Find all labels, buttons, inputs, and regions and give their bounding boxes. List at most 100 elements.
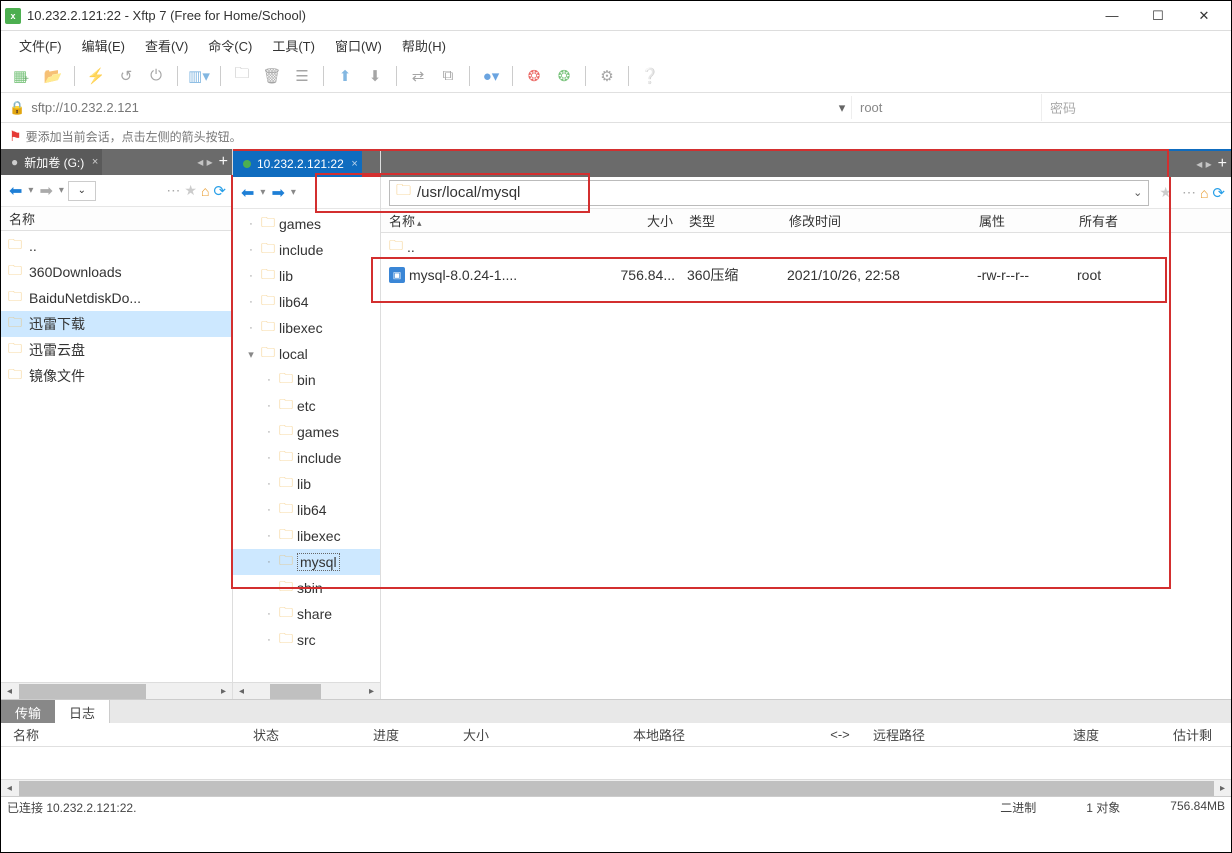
- transfer-hscroll[interactable]: ◂▸: [1, 779, 1231, 796]
- transfer-list[interactable]: [1, 747, 1231, 779]
- tc-size[interactable]: 大小: [455, 725, 625, 744]
- transfer-header[interactable]: 名称 状态 进度 大小 本地路径 <-> 远程路径 速度 估计剩: [1, 723, 1231, 747]
- tree-toggle-icon[interactable]: ·: [263, 582, 275, 594]
- list-item[interactable]: 🗀迅雷下载: [1, 311, 232, 337]
- username-field[interactable]: root: [851, 96, 1041, 119]
- menu-command[interactable]: 命令(C): [202, 33, 258, 58]
- tree-toggle-icon[interactable]: ·: [245, 296, 257, 308]
- quick-connect-icon[interactable]: ⚡: [84, 64, 108, 88]
- tree-toggle-icon[interactable]: ·: [263, 634, 275, 646]
- upload-icon[interactable]: ⬆: [333, 64, 357, 88]
- tab-nav[interactable]: ◂ ▸: [197, 155, 212, 169]
- tree-item[interactable]: ·🗀lib64: [233, 289, 380, 315]
- forward-button[interactable]: ➡: [37, 181, 54, 201]
- tree-item[interactable]: ·🗀libexec: [233, 315, 380, 341]
- sync-icon[interactable]: ⇄: [406, 64, 430, 88]
- maximize-button[interactable]: ☐: [1135, 2, 1181, 30]
- tree-item[interactable]: ·🗀lib: [233, 471, 380, 497]
- tree-item[interactable]: ·🗀bin: [233, 367, 380, 393]
- tree-item[interactable]: ·🗀games: [233, 419, 380, 445]
- tc-remote[interactable]: 远程路径: [865, 725, 1065, 744]
- col-name[interactable]: 名称▴: [381, 211, 601, 230]
- bookmark-icon[interactable]: ★: [1159, 184, 1172, 201]
- tree-toggle-icon[interactable]: ·: [245, 244, 257, 256]
- tree-toggle-icon[interactable]: ·: [263, 374, 275, 386]
- drive-select[interactable]: ⌄: [68, 181, 96, 201]
- more-icon[interactable]: ⋯: [1182, 184, 1196, 201]
- local-file-list[interactable]: 🗀..🗀360Downloads🗀BaiduNetdiskDo...🗀迅雷下载🗀…: [1, 231, 232, 682]
- local-tab[interactable]: ● 新加卷 (G:) ×: [1, 149, 102, 175]
- fwd-dd[interactable]: ▾: [59, 185, 64, 196]
- url-dropdown[interactable]: ▾: [833, 100, 851, 116]
- minimize-button[interactable]: —: [1089, 2, 1135, 30]
- tree-toggle-icon[interactable]: ·: [263, 478, 275, 490]
- tree-item[interactable]: ·🗀etc: [233, 393, 380, 419]
- home-icon[interactable]: ⌂: [201, 183, 209, 199]
- local-column-header[interactable]: 名称: [1, 207, 232, 231]
- close-icon[interactable]: ×: [92, 156, 98, 168]
- tree-item[interactable]: ·🗀lib: [233, 263, 380, 289]
- tree-toggle-icon[interactable]: ·: [245, 270, 257, 282]
- tree-item[interactable]: ·🗀src: [233, 627, 380, 653]
- red-swirl-icon[interactable]: ❂: [522, 64, 546, 88]
- remote-folder-tree[interactable]: ·🗀games·🗀include·🗀lib·🗀lib64·🗀libexec▾🗀l…: [233, 209, 380, 682]
- col-size[interactable]: 大小: [601, 211, 681, 230]
- tree-back-button[interactable]: ⬅: [239, 183, 256, 203]
- sessions-icon[interactable]: ▥▾: [187, 64, 211, 88]
- tc-name[interactable]: 名称: [5, 725, 245, 744]
- tree-hscroll[interactable]: ◂▸: [233, 682, 380, 699]
- tree-toggle-icon[interactable]: ·: [263, 452, 275, 464]
- close-button[interactable]: ✕: [1181, 2, 1227, 30]
- col-attr[interactable]: 属性: [971, 211, 1071, 230]
- settings-icon[interactable]: ⚙: [595, 64, 619, 88]
- help-icon[interactable]: ❔: [638, 64, 662, 88]
- tree-toggle-icon[interactable]: ·: [263, 504, 275, 516]
- tree-item[interactable]: ·🗀mysql: [233, 549, 380, 575]
- add-tab-button[interactable]: +: [1218, 155, 1227, 173]
- add-tab-button[interactable]: +: [219, 153, 228, 171]
- tree-toggle-icon[interactable]: ·: [263, 608, 275, 620]
- tab-nav[interactable]: ◂ ▸: [1196, 157, 1211, 171]
- tree-toggle-icon[interactable]: ·: [263, 556, 275, 568]
- tree-item[interactable]: ·🗀libexec: [233, 523, 380, 549]
- close-icon[interactable]: ×: [351, 158, 357, 170]
- list-item[interactable]: 🗀迅雷云盘: [1, 337, 232, 363]
- tree-toggle-icon[interactable]: ·: [263, 530, 275, 542]
- new-folder-icon[interactable]: 🗀: [230, 64, 254, 88]
- tab-transfer[interactable]: 传输: [1, 700, 55, 723]
- tree-item[interactable]: ·🗀include: [233, 445, 380, 471]
- connection-url[interactable]: 🔒 sftp://10.232.2.121: [1, 100, 833, 116]
- menu-view[interactable]: 查看(V): [139, 33, 194, 58]
- remote-file-list[interactable]: 🗀.. ▣mysql-8.0.24-1.... 756.84... 360压缩 …: [381, 233, 1231, 699]
- tree-item[interactable]: ·🗀sbin: [233, 575, 380, 601]
- back-dd[interactable]: ▾: [28, 185, 33, 196]
- tc-local[interactable]: 本地路径: [625, 725, 815, 744]
- reconnect-icon[interactable]: ↺: [114, 64, 138, 88]
- properties-icon[interactable]: ☰: [290, 64, 314, 88]
- table-row[interactable]: ▣mysql-8.0.24-1.... 756.84... 360压缩 2021…: [381, 261, 1231, 289]
- download-icon[interactable]: ⬇: [363, 64, 387, 88]
- refresh-icon[interactable]: ⟳: [213, 182, 226, 200]
- tree-toggle-icon[interactable]: ·: [245, 218, 257, 230]
- green-swirl-icon[interactable]: ❂: [552, 64, 576, 88]
- tree-toggle-icon[interactable]: ·: [245, 322, 257, 334]
- menu-window[interactable]: 窗口(W): [329, 33, 388, 58]
- compare-icon[interactable]: ⧉: [436, 64, 460, 88]
- home-icon[interactable]: ⌂: [1200, 185, 1208, 201]
- tree-toggle-icon[interactable]: ·: [263, 426, 275, 438]
- list-item[interactable]: 🗀BaiduNetdiskDo...: [1, 285, 232, 311]
- tc-progress[interactable]: 进度: [365, 725, 455, 744]
- tc-speed[interactable]: 速度: [1065, 725, 1165, 744]
- tree-item[interactable]: ·🗀include: [233, 237, 380, 263]
- table-row[interactable]: 🗀..: [381, 233, 1231, 261]
- menu-edit[interactable]: 编辑(E): [76, 33, 131, 58]
- tc-eta[interactable]: 估计剩: [1165, 725, 1227, 744]
- tree-item[interactable]: ·🗀share: [233, 601, 380, 627]
- tab-log[interactable]: 日志: [55, 700, 110, 723]
- back-button[interactable]: ⬅: [7, 181, 24, 201]
- tree-toggle-icon[interactable]: ·: [263, 400, 275, 412]
- tree-forward-button[interactable]: ➡: [269, 183, 286, 203]
- list-item[interactable]: 🗀360Downloads: [1, 259, 232, 285]
- menu-file[interactable]: 文件(F): [13, 33, 68, 58]
- refresh-icon[interactable]: ⟳: [1212, 184, 1225, 202]
